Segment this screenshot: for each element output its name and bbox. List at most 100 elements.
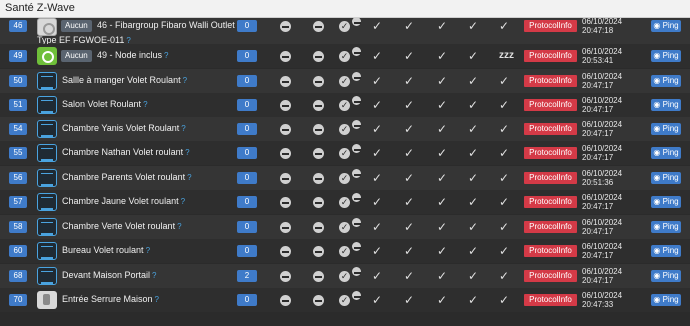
device-name: Devant Maison Portail? <box>62 270 157 280</box>
error-count-badge: 2 <box>237 270 257 282</box>
last-seen-date: 06/10/2024 <box>582 218 623 227</box>
device-name-text: Sallle à manger Volet Roulant <box>62 75 181 85</box>
help-icon[interactable]: ? <box>181 197 185 206</box>
status-minus-icon <box>352 120 361 129</box>
protocolinfo-button[interactable]: ProtocolInfo <box>524 245 577 257</box>
ping-button[interactable]: ◉ Ping <box>651 221 681 233</box>
status-check-circle-icon: ✓ <box>339 222 350 233</box>
device-icon <box>37 96 57 114</box>
status-check-icon: ✓ <box>468 122 479 136</box>
ping-button[interactable]: ◉ Ping <box>651 75 681 87</box>
last-seen-date: 06/10/2024 <box>582 242 623 251</box>
protocolinfo-button[interactable]: ProtocolInfo <box>524 75 577 87</box>
device-icon <box>37 144 57 162</box>
status-check-icon: ✓ <box>499 220 510 234</box>
status-check-icon: ✓ <box>372 269 383 283</box>
status-minus-icon <box>352 72 361 81</box>
device-icon <box>37 47 57 65</box>
status-check-icon: ✓ <box>499 74 510 88</box>
status-check-circle-icon: ✓ <box>339 76 350 87</box>
device-icon <box>37 242 57 260</box>
last-seen-datetime: 06/10/2024 20:47:17 <box>582 72 622 90</box>
status-minus-icon <box>313 21 324 32</box>
status-minus-icon <box>313 76 324 87</box>
status-minus-icon <box>280 295 291 306</box>
device-name: Chambre Parents Volet roulant? <box>62 172 192 182</box>
protocolinfo-button[interactable]: ProtocolInfo <box>524 123 577 135</box>
help-icon[interactable]: ? <box>177 222 181 231</box>
help-icon[interactable]: ? <box>187 173 191 182</box>
table-row: 46 Aucun 46 - Fibargroup Fibaro Walli Outl… <box>0 17 690 46</box>
status-minus-icon <box>352 218 361 227</box>
protocolinfo-button[interactable]: ProtocolInfo <box>524 99 577 111</box>
status-check-icon: ✓ <box>437 269 448 283</box>
ping-button[interactable]: ◉ Ping <box>651 50 681 62</box>
device-icon <box>37 218 57 236</box>
status-minus-icon <box>313 100 324 111</box>
protocolinfo-button[interactable]: ProtocolInfo <box>524 270 577 282</box>
device-name-text: Devant Maison Portail <box>62 270 151 280</box>
protocolinfo-button[interactable]: ProtocolInfo <box>524 294 577 306</box>
ping-button[interactable]: ◉ Ping <box>651 172 681 184</box>
status-minus-icon <box>352 193 361 202</box>
ping-button[interactable]: ◉ Ping <box>651 20 681 32</box>
help-icon[interactable]: ? <box>143 100 147 109</box>
status-check-icon: ✓ <box>404 244 415 258</box>
protocolinfo-button[interactable]: ProtocolInfo <box>524 196 577 208</box>
error-count-badge: 0 <box>237 147 257 159</box>
ping-button[interactable]: ◉ Ping <box>651 99 681 111</box>
sleep-icon: zzz <box>499 50 514 61</box>
status-check-circle-icon: ✓ <box>339 173 350 184</box>
node-id-badge: 57 <box>9 196 27 208</box>
aucun-badge: Aucun <box>61 50 92 62</box>
ping-button[interactable]: ◉ Ping <box>651 123 681 135</box>
node-id-badge: 68 <box>9 270 27 282</box>
device-icon <box>37 291 57 309</box>
table-row: 70 Entrée Serrure Maison? 0 ✓ ✓ ✓ ✓ ✓ ✓ ProtocolI… <box>0 288 690 312</box>
status-check-icon: ✓ <box>468 269 479 283</box>
device-icon <box>37 169 57 187</box>
status-minus-icon <box>352 242 361 251</box>
device-name: 49 - Node inclus? <box>97 50 169 60</box>
ping-button[interactable]: ◉ Ping <box>651 147 681 159</box>
last-seen-date: 06/10/2024 <box>582 193 623 202</box>
help-icon[interactable]: ? <box>164 51 168 60</box>
status-check-icon: ✓ <box>404 49 415 63</box>
status-check-icon: ✓ <box>372 220 383 234</box>
status-minus-icon <box>352 96 361 105</box>
help-icon[interactable]: ? <box>183 76 187 85</box>
help-icon[interactable]: ? <box>185 148 189 157</box>
node-id-badge: 51 <box>9 99 27 111</box>
status-check-icon: ✓ <box>372 49 383 63</box>
last-seen-datetime: 06/10/2024 20:47:17 <box>582 218 622 236</box>
status-check-icon: ✓ <box>404 146 415 160</box>
status-check-icon: ✓ <box>372 244 383 258</box>
status-minus-icon <box>280 197 291 208</box>
help-icon[interactable]: ? <box>152 271 156 280</box>
status-check-icon: ✓ <box>468 171 479 185</box>
table-row: 49 Aucun 49 - Node inclus? 0 ✓ ✓ ✓ ✓ ✓ zzz Protoco… <box>0 44 690 68</box>
protocolinfo-button[interactable]: ProtocolInfo <box>524 50 577 62</box>
status-minus-icon <box>280 21 291 32</box>
status-check-icon: ✓ <box>468 19 479 33</box>
device-name: Chambre Jaune Volet roulant? <box>62 196 185 206</box>
status-check-icon: ✓ <box>499 122 510 136</box>
help-icon[interactable]: ? <box>181 124 185 133</box>
ping-button[interactable]: ◉ Ping <box>651 294 681 306</box>
ping-button[interactable]: ◉ Ping <box>651 245 681 257</box>
ping-button[interactable]: ◉ Ping <box>651 270 681 282</box>
protocolinfo-button[interactable]: ProtocolInfo <box>524 221 577 233</box>
status-minus-icon <box>352 17 361 26</box>
protocolinfo-button[interactable]: ProtocolInfo <box>524 172 577 184</box>
ping-button[interactable]: ◉ Ping <box>651 196 681 208</box>
help-icon[interactable]: ? <box>155 295 159 304</box>
help-icon[interactable]: ? <box>146 246 150 255</box>
status-check-icon: ✓ <box>437 49 448 63</box>
device-icon <box>37 72 57 90</box>
protocolinfo-button[interactable]: ProtocolInfo <box>524 147 577 159</box>
table-row: 57 Chambre Jaune Volet roulant? 0 ✓ ✓ ✓ ✓ ✓ ✓ Pro… <box>0 190 690 214</box>
node-id-badge: 54 <box>9 123 27 135</box>
device-name: Chambre Nathan Volet roulant? <box>62 147 190 157</box>
status-check-icon: ✓ <box>468 293 479 307</box>
protocolinfo-button[interactable]: ProtocolInfo <box>524 20 577 32</box>
